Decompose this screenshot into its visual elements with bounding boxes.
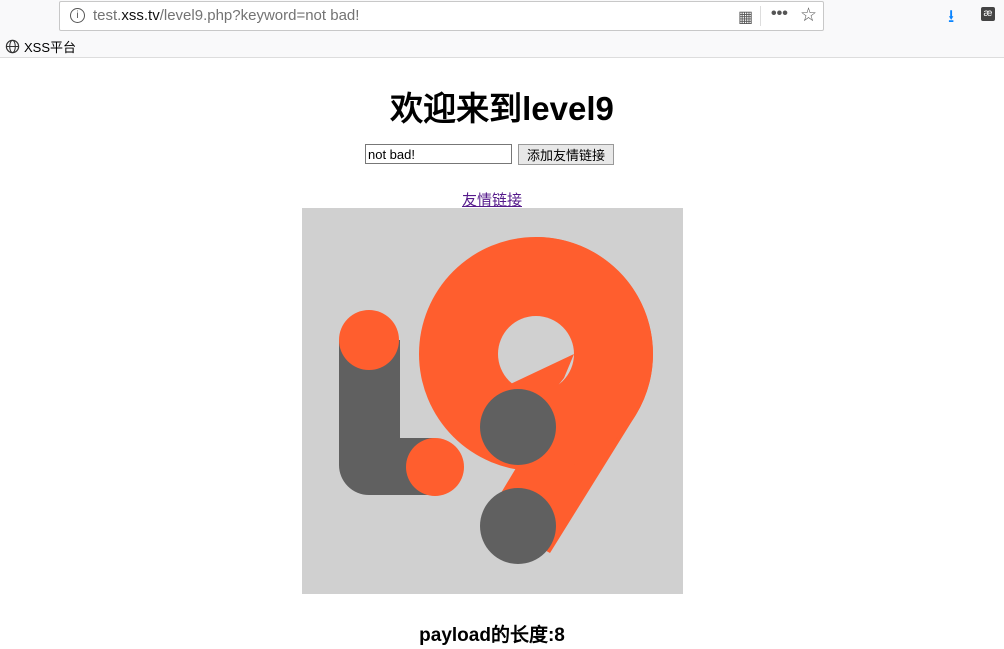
logo-dot-middle [480, 389, 556, 465]
extension-icon[interactable]: æ [981, 7, 995, 21]
bookmark-label: XSS平台 [24, 40, 77, 55]
page-title: 欢迎来到level9 [390, 90, 614, 127]
add-link-button[interactable]: 添加友情链接 [518, 144, 615, 165]
url-domain: xss.tv [121, 7, 160, 24]
globe-icon [5, 39, 20, 54]
payload-length: payload的长度:8 [419, 625, 565, 646]
logo-l-top-dot [339, 310, 399, 370]
url-text[interactable]: test.xss.tv/level9.php?keyword=not bad! [93, 7, 359, 24]
info-icon[interactable]: i [70, 8, 85, 23]
star-icon[interactable]: ☆ [800, 4, 817, 27]
bookmarks-bar: XSS平台 [0, 34, 1004, 58]
level9-logo-image [302, 208, 683, 594]
address-bar[interactable]: i test.xss.tv/level9.php?keyword=not bad… [59, 1, 824, 31]
bookmark-xss[interactable]: XSS平台 [5, 37, 76, 56]
url-prefix: test. [93, 7, 122, 24]
divider [760, 6, 761, 26]
download-icon[interactable]: ⭳ [948, 4, 954, 34]
keyword-input[interactable] [365, 144, 512, 164]
browser-toolbar: i test.xss.tv/level9.php?keyword=not bad… [0, 0, 1004, 34]
url-path: /level9.php?keyword=not bad! [159, 7, 360, 24]
more-icon[interactable]: ••• [771, 5, 788, 23]
link-form: 添加友情链接 [365, 144, 615, 165]
logo-dot-bottom [480, 488, 556, 564]
qr-code-icon[interactable]: ▦ [738, 7, 753, 27]
friend-link[interactable]: 友情链接 [0, 189, 984, 210]
logo-l-foot-dot [406, 438, 464, 496]
